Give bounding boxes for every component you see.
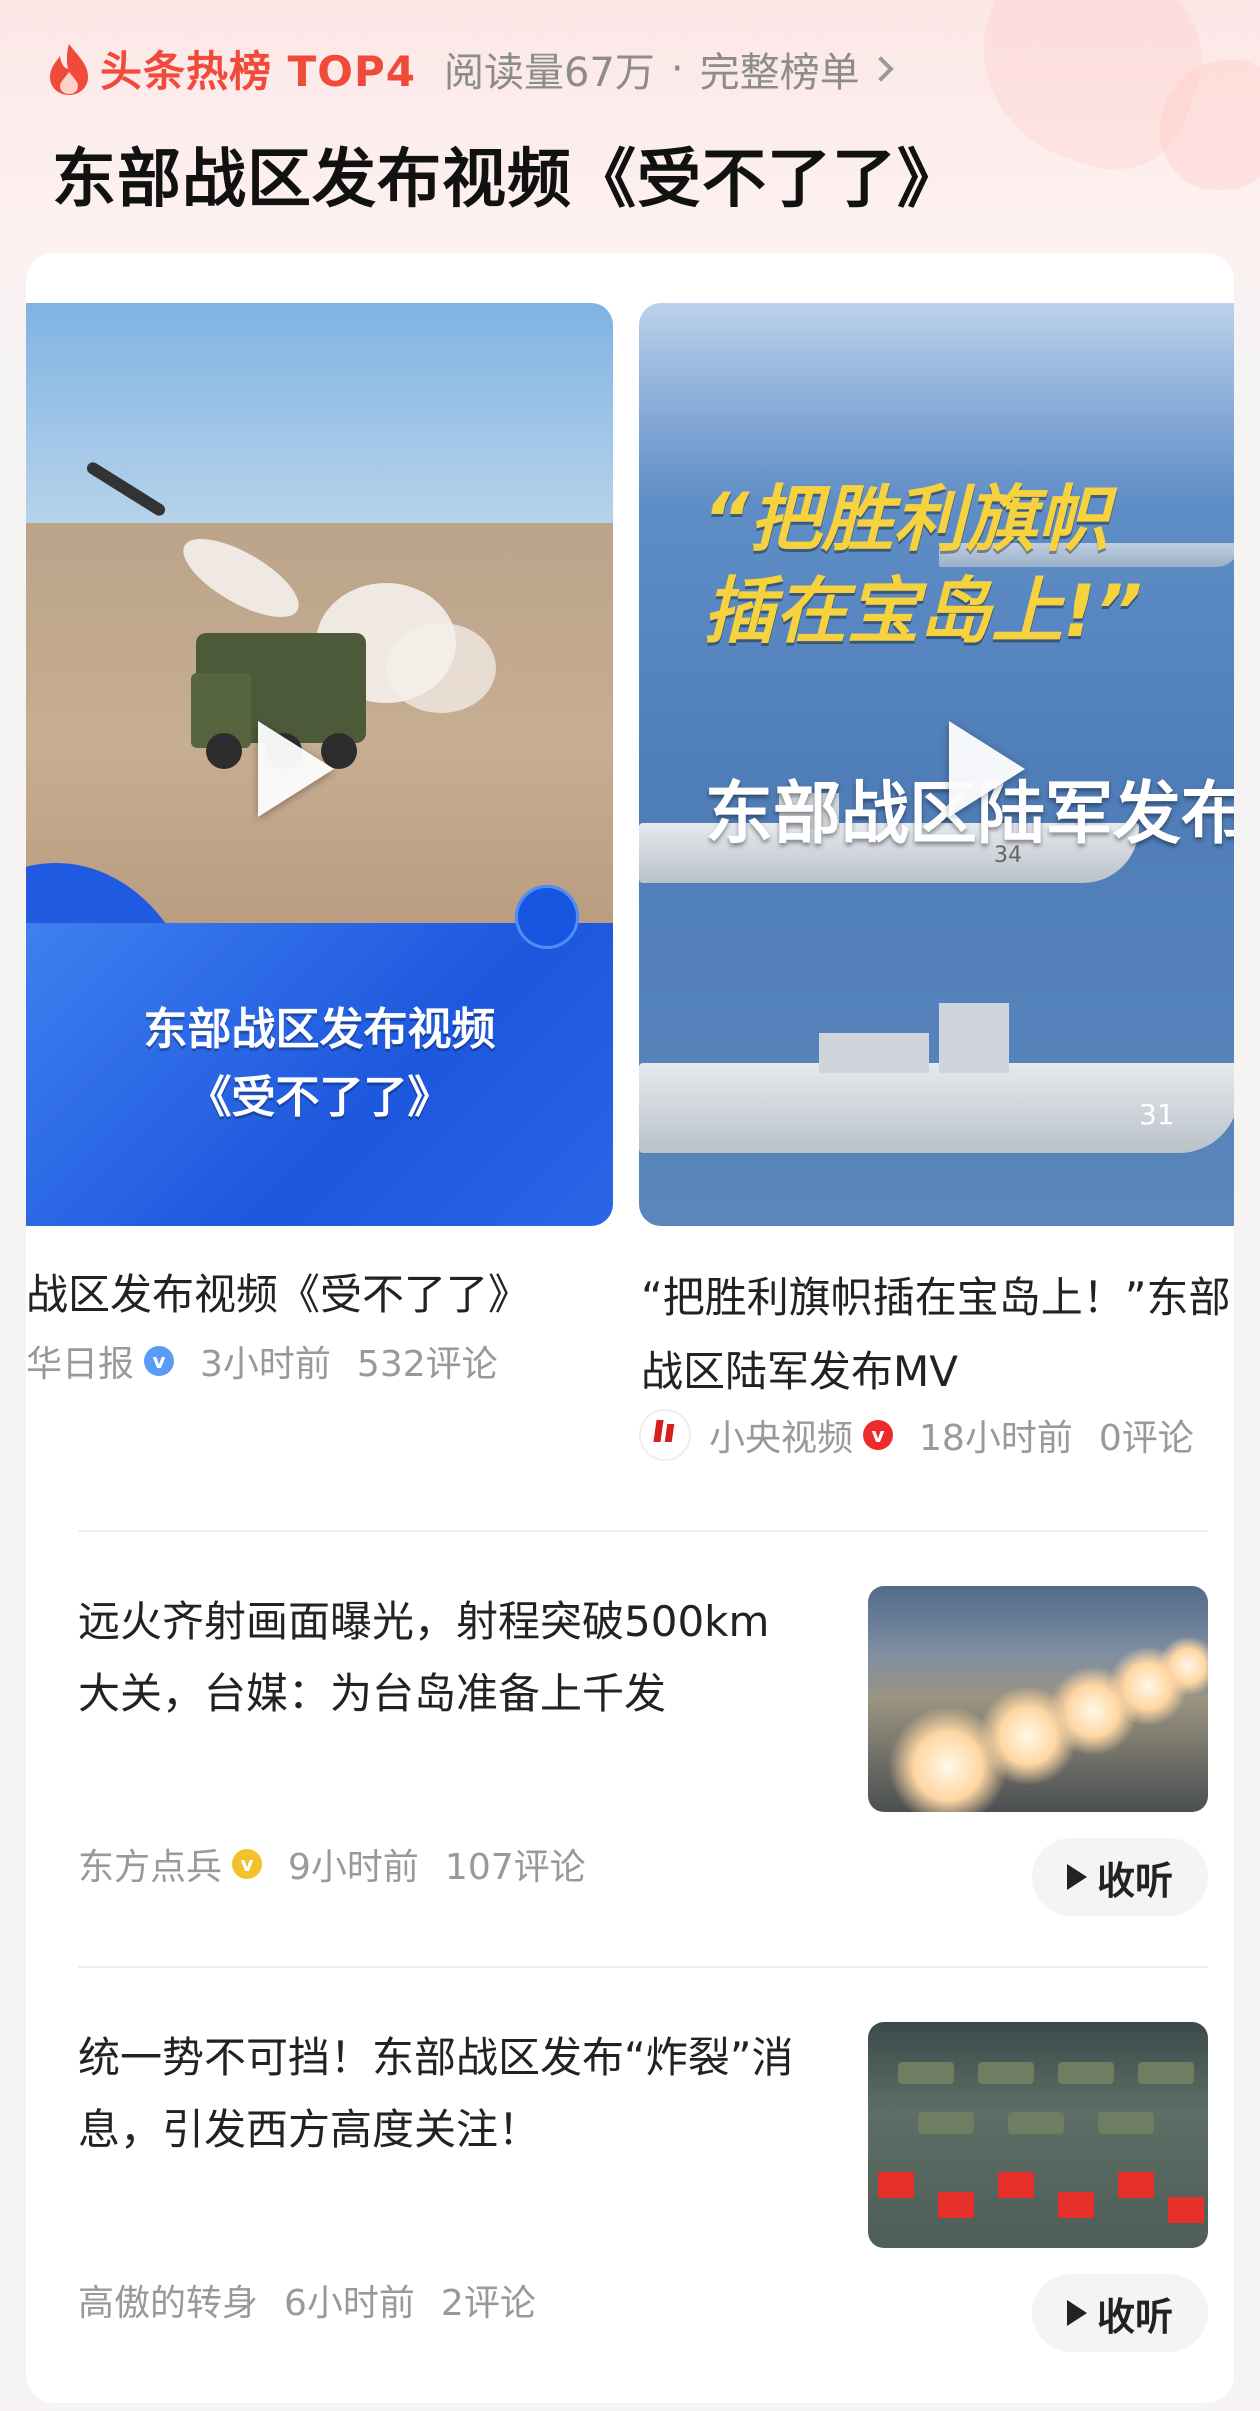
page-title: 东部战区发布视频《受不了了》 [52, 143, 962, 217]
ship-island [819, 1033, 929, 1073]
news-title[interactable]: 远火齐射画面曝光，射程突破500km大关，台媒：为台岛准备上千发 [78, 1586, 798, 1730]
hot-rank-label: 头条热榜 TOP4 [100, 47, 416, 96]
flag-shape [998, 2172, 1034, 2198]
news-item-1[interactable]: 远火齐射画面曝光，射程突破500km大关，台媒：为台岛准备上千发 东方点兵 v … [78, 1586, 1208, 1916]
separator-dot: · [670, 45, 684, 92]
flag-shape [1058, 2192, 1094, 2218]
news-thumbnail[interactable] [868, 1586, 1208, 1812]
thumbnail-scene [868, 2022, 1208, 2248]
verified-icon: v [863, 1420, 894, 1450]
comment-count: 107评论 [444, 1847, 586, 1888]
wheel [206, 733, 242, 769]
play-icon [1066, 2300, 1087, 2326]
thumbnail-caption-line2: 《受不了了》 [187, 1072, 452, 1123]
listen-button[interactable]: 收听 [1032, 2274, 1208, 2352]
play-icon [1066, 1864, 1087, 1890]
news-thumbnail[interactable] [868, 2022, 1208, 2248]
hull-number-31: 31 [1139, 1098, 1175, 1131]
banner-ball [515, 885, 579, 949]
video-meta-1: 华日报 v 3小时前 532评论 [26, 1335, 498, 1387]
play-icon[interactable] [258, 721, 334, 817]
flame-icon [48, 42, 90, 96]
source-name[interactable]: 小央视频 [709, 1409, 853, 1461]
flag-shape [878, 2172, 914, 2198]
comment-count: 2评论 [440, 2283, 536, 2324]
smoke-cloud [386, 623, 496, 713]
video-thumbnail-2[interactable]: 34 31 “把胜利旗帜 插在宝岛上!” 东部战区陆军发布MV [639, 303, 1234, 1226]
video-carousel[interactable]: 东部战区发布视频 《受不了了》 34 31 “把胜利旗帜 插在宝岛上!” 东部战… [26, 303, 1234, 1743]
publish-time: 18小时前 [919, 1418, 1073, 1459]
thumbnail-quote-line1: “把胜利旗帜 [703, 477, 1110, 561]
thumbnail-caption-line1: 东部战区发布视频 [143, 1004, 496, 1055]
read-count: 阅读量67万 [443, 49, 655, 96]
listen-label: 收听 [1096, 2294, 1173, 2339]
ship-island [939, 1003, 1009, 1073]
publish-time: 6小时前 [284, 2283, 415, 2324]
publish-time: 9小时前 [288, 1847, 419, 1888]
video-title-2[interactable]: “把胜利旗帜插在宝岛上！”东部战区陆军发布MV [641, 1261, 1234, 1409]
channel-logo-icon [639, 1409, 691, 1461]
tank-shape [898, 2062, 954, 2084]
comment-count: 0评论 [1098, 1418, 1194, 1459]
news-meta: 高傲的转身 6小时前 2评论 [78, 2274, 536, 2326]
video-meta-2: 小央视频 v 18小时前 0评论 [639, 1409, 1194, 1461]
hot-list-bar[interactable]: 头条热榜 TOP4 阅读量67万 · 完整榜单 [48, 38, 894, 99]
listen-label: 收听 [1096, 1858, 1173, 1903]
flag-shape [1118, 2172, 1154, 2198]
divider [78, 1530, 1208, 1532]
source-name[interactable]: 华日报 [26, 1335, 134, 1387]
video-thumbnail-1[interactable]: 东部战区发布视频 《受不了了》 [26, 303, 613, 1226]
news-meta: 东方点兵 v 9小时前 107评论 [78, 1838, 586, 1890]
divider [78, 1966, 1208, 1968]
flag-shape [1168, 2197, 1204, 2223]
content-card: 东部战区发布视频 《受不了了》 34 31 “把胜利旗帜 插在宝岛上!” 东部战… [26, 253, 1234, 2403]
listen-button[interactable]: 收听 [1032, 1838, 1208, 1916]
comment-count: 532评论 [356, 1344, 498, 1385]
tank-shape [1098, 2112, 1154, 2134]
flag-shape [938, 2192, 974, 2218]
full-list-link[interactable]: 完整榜单 [699, 40, 894, 98]
verified-icon: v [232, 1849, 263, 1879]
tank-shape [978, 2062, 1034, 2084]
video-title-1[interactable]: 战区发布视频《受不了了》 [26, 1261, 626, 1322]
tank-shape [1008, 2112, 1064, 2134]
source-name[interactable]: 高傲的转身 [78, 2274, 258, 2326]
verified-icon: v [144, 1346, 175, 1376]
news-title[interactable]: 统一势不可挡！东部战区发布“炸裂”消息，引发西方高度关注！ [78, 2022, 798, 2166]
tank-shape [1058, 2062, 1114, 2084]
play-icon[interactable] [949, 721, 1025, 817]
tank-shape [1138, 2062, 1194, 2084]
thumbnail-sky [26, 303, 613, 533]
tank-shape [918, 2112, 974, 2134]
thumbnail-quote-line2: 插在宝岛上!” [703, 569, 1143, 653]
full-list-label: 完整榜单 [699, 49, 860, 96]
source-name[interactable]: 东方点兵 [78, 1838, 222, 1890]
publish-time: 3小时前 [200, 1344, 331, 1385]
news-item-2[interactable]: 统一势不可挡！东部战区发布“炸裂”消息，引发西方高度关注！ 高傲的转身 6小时前… [78, 2022, 1208, 2352]
chevron-right-icon [867, 55, 894, 82]
